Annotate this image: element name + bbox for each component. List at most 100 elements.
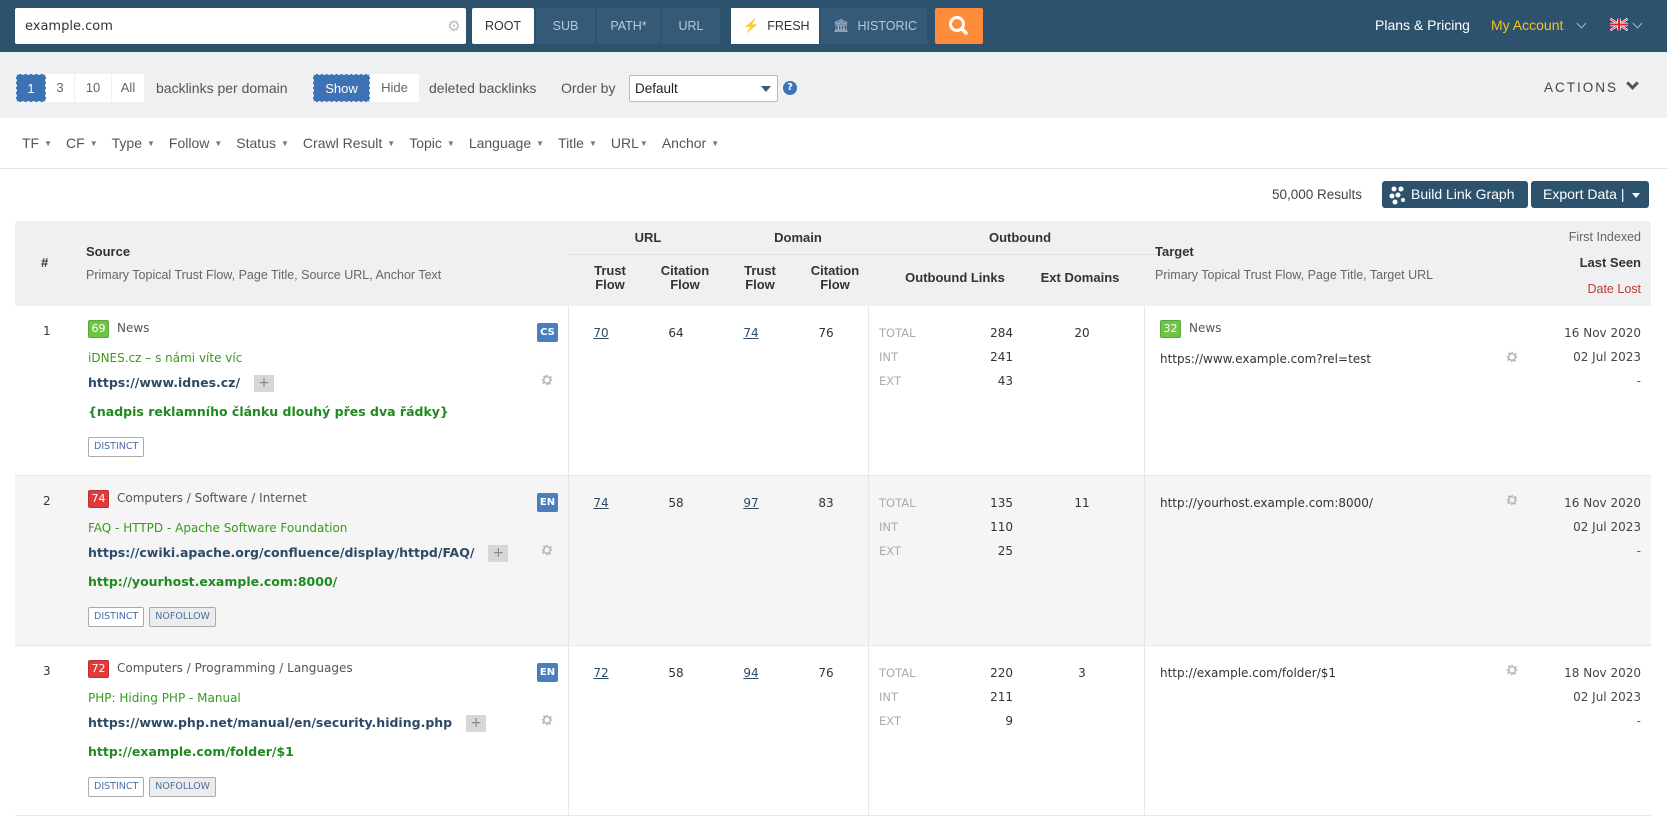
filter-status[interactable]: Status▼ bbox=[236, 135, 289, 151]
fresh-index-button[interactable]: ⚡FRESH bbox=[731, 8, 819, 44]
outbound-ext: 25 bbox=[963, 544, 1013, 558]
link-tags: DISTINCT bbox=[88, 437, 149, 457]
first-indexed-date: 16 Nov 2020 bbox=[1564, 326, 1641, 340]
col-source[interactable]: Source bbox=[86, 245, 130, 259]
topical-trust-flow-badge[interactable]: 72 bbox=[88, 660, 109, 678]
col-url-citation-flow[interactable]: CitationFlow bbox=[650, 264, 720, 292]
historic-index-button[interactable]: 🏛HISTORIC bbox=[821, 8, 927, 44]
anchor-text: http://yourhost.example.com:8000/ bbox=[88, 574, 337, 589]
filter-title[interactable]: Title▼ bbox=[558, 135, 597, 151]
scope-url-button[interactable]: URL bbox=[662, 8, 720, 44]
col-outbound-links[interactable]: Outbound Links bbox=[890, 271, 1020, 285]
url-citation-flow: 64 bbox=[656, 326, 696, 340]
first-indexed-date: 18 Nov 2020 bbox=[1564, 666, 1641, 680]
target-trust-flow-badge[interactable]: 32 bbox=[1160, 320, 1181, 338]
source-url-link[interactable]: https://cwiki.apache.org/confluence/disp… bbox=[88, 545, 474, 560]
url-trust-flow[interactable]: 70 bbox=[581, 326, 621, 340]
col-domain-citation-flow[interactable]: CitationFlow bbox=[800, 264, 870, 292]
target-url-link[interactable]: http://yourhost.example.com:8000/ bbox=[1160, 496, 1373, 510]
filter-language[interactable]: Language▼ bbox=[469, 135, 544, 151]
account-chevron-down-icon[interactable] bbox=[1577, 19, 1587, 29]
per-domain-3[interactable]: 3 bbox=[46, 74, 75, 102]
expand-plus-icon[interactable]: + bbox=[488, 545, 508, 562]
domain-search-box[interactable]: ⚙ bbox=[15, 8, 466, 44]
domain-search-input[interactable] bbox=[25, 8, 425, 44]
my-account-link[interactable]: My Account bbox=[1491, 17, 1563, 33]
filter-topic[interactable]: Topic▼ bbox=[409, 135, 455, 151]
language-chevron-down-icon[interactable] bbox=[1633, 19, 1643, 29]
domain-citation-flow: 83 bbox=[806, 496, 846, 510]
caret-down-icon bbox=[1632, 193, 1640, 198]
col-date-lost[interactable]: Date Lost bbox=[1587, 282, 1641, 296]
url-citation-flow: 58 bbox=[656, 666, 696, 680]
topical-trust-flow-badge[interactable]: 74 bbox=[88, 490, 109, 508]
col-group-domain: Domain bbox=[733, 231, 863, 245]
url-trust-flow[interactable]: 72 bbox=[581, 666, 621, 680]
filter-cf[interactable]: CF▼ bbox=[66, 135, 98, 151]
scope-path-button[interactable]: PATH* bbox=[597, 8, 660, 44]
filter-url[interactable]: URL▼ bbox=[611, 135, 648, 151]
hide-deleted-button[interactable]: Hide bbox=[370, 74, 419, 102]
outbound-total: 220 bbox=[963, 666, 1013, 680]
col-first-indexed[interactable]: First Indexed bbox=[1569, 230, 1641, 244]
filter-anchor[interactable]: Anchor▼ bbox=[662, 135, 719, 151]
gear-icon[interactable] bbox=[540, 373, 554, 387]
expand-plus-icon[interactable]: + bbox=[254, 375, 274, 392]
filter-tf[interactable]: TF▼ bbox=[22, 135, 52, 151]
export-data-button[interactable]: Export Data | bbox=[1531, 181, 1649, 208]
source-url-link[interactable]: https://www.php.net/manual/en/security.h… bbox=[88, 715, 452, 730]
target-url-link[interactable]: http://example.com/folder/$1 bbox=[1160, 666, 1336, 680]
deleted-backlinks-label: deleted backlinks bbox=[429, 74, 536, 102]
scope-root-button[interactable]: ROOT bbox=[472, 8, 534, 44]
first-indexed-date: 16 Nov 2020 bbox=[1564, 496, 1641, 510]
source-url-link[interactable]: https://www.idnes.cz/ bbox=[88, 375, 240, 390]
date-lost: - bbox=[1637, 544, 1641, 558]
domain-trust-flow[interactable]: 74 bbox=[731, 326, 771, 340]
anchor-text: http://example.com/folder/$1 bbox=[88, 744, 294, 759]
gear-icon[interactable] bbox=[1505, 663, 1519, 677]
build-link-graph-button[interactable]: Build Link Graph bbox=[1382, 181, 1528, 208]
col-target[interactable]: Target bbox=[1155, 245, 1194, 259]
link-tags: DISTINCTNOFOLLOW bbox=[88, 777, 221, 797]
gear-icon[interactable] bbox=[540, 543, 554, 557]
target-topic-label: News bbox=[1189, 321, 1221, 335]
col-ext-domains[interactable]: Ext Domains bbox=[1030, 271, 1130, 285]
url-trust-flow[interactable]: 74 bbox=[581, 496, 621, 510]
expand-plus-icon[interactable]: + bbox=[466, 715, 486, 732]
col-last-seen[interactable]: Last Seen bbox=[1580, 256, 1641, 270]
plans-pricing-link[interactable]: Plans & Pricing bbox=[1375, 17, 1470, 33]
uk-flag-icon[interactable] bbox=[1610, 18, 1628, 31]
actions-menu[interactable]: ACTIONS bbox=[1544, 74, 1637, 102]
order-by-select[interactable]: Default bbox=[629, 75, 778, 102]
table-row: 3 72Computers / Programming / Languages … bbox=[15, 646, 1651, 816]
ext-domains: 3 bbox=[1062, 666, 1102, 680]
per-domain-all[interactable]: All bbox=[112, 74, 144, 102]
search-settings-gear-icon[interactable]: ⚙ bbox=[446, 18, 462, 34]
gear-icon[interactable] bbox=[540, 713, 554, 727]
top-bar: ⚙ ROOT SUB PATH* URL ⚡FRESH 🏛HISTORIC Pl… bbox=[0, 0, 1667, 52]
gear-icon[interactable] bbox=[1505, 493, 1519, 507]
gear-icon[interactable] bbox=[1505, 350, 1519, 364]
filter-type[interactable]: Type▼ bbox=[112, 135, 155, 151]
last-seen-date: 02 Jul 2023 bbox=[1573, 520, 1641, 534]
search-button[interactable] bbox=[935, 8, 983, 44]
domain-trust-flow[interactable]: 97 bbox=[731, 496, 771, 510]
domain-trust-flow[interactable]: 94 bbox=[731, 666, 771, 680]
order-by-label: Order by bbox=[561, 74, 615, 102]
date-lost: - bbox=[1637, 714, 1641, 728]
col-domain-trust-flow[interactable]: TrustFlow bbox=[730, 264, 790, 292]
anchor-text: {nadpis reklamního článku dlouhý přes dv… bbox=[88, 404, 449, 419]
filter-crawl-result[interactable]: Crawl Result▼ bbox=[303, 135, 395, 151]
scope-sub-button[interactable]: SUB bbox=[536, 8, 595, 44]
help-icon[interactable]: ? bbox=[783, 81, 797, 95]
outbound-total: 284 bbox=[963, 326, 1013, 340]
topical-trust-flow-badge[interactable]: 69 bbox=[88, 320, 109, 338]
filter-follow[interactable]: Follow▼ bbox=[169, 135, 222, 151]
per-domain-1[interactable]: 1 bbox=[16, 74, 46, 102]
target-url-link[interactable]: https://www.example.com?rel=test bbox=[1160, 352, 1371, 366]
show-deleted-button[interactable]: Show bbox=[313, 74, 370, 102]
tag-distinct: DISTINCT bbox=[88, 777, 144, 797]
col-url-trust-flow[interactable]: TrustFlow bbox=[580, 264, 640, 292]
backlinks-per-domain-toggle: 1 3 10 All bbox=[16, 74, 144, 102]
per-domain-10[interactable]: 10 bbox=[75, 74, 112, 102]
